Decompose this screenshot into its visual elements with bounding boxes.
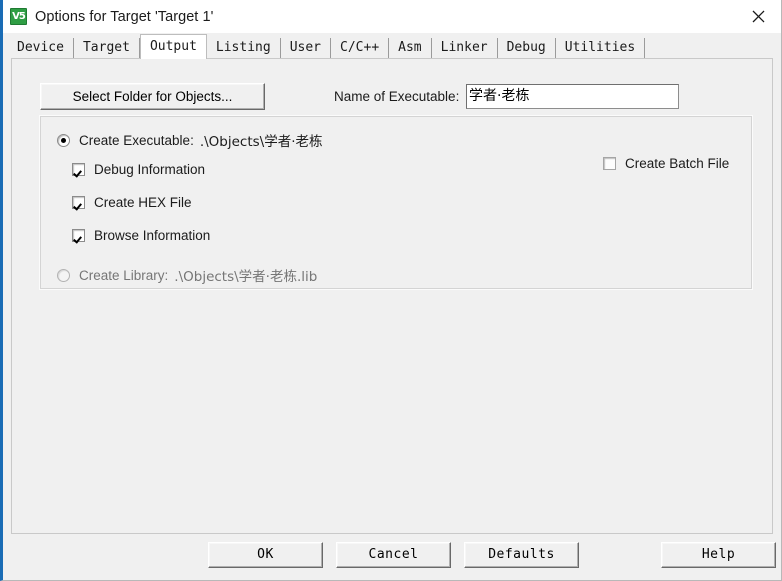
browse-information-checkbox[interactable] xyxy=(72,229,85,242)
create-executable-radio[interactable] xyxy=(57,133,70,147)
create-batch-file-label: Create Batch File xyxy=(625,156,730,171)
debug-information-row[interactable]: Debug Information xyxy=(72,162,205,177)
create-library-radio-row[interactable]: Create Library: .\Objects\学者·老栋.lib xyxy=(57,265,317,285)
create-library-label: Create Library: xyxy=(79,267,169,283)
tab-user[interactable]: User xyxy=(280,38,332,58)
tab-strip: Device Target Output Listing User C/C++ … xyxy=(11,33,781,59)
name-of-executable-label: Name of Executable: xyxy=(334,89,460,104)
ok-button[interactable]: OK xyxy=(208,542,323,568)
tab-listing[interactable]: Listing xyxy=(206,38,281,58)
output-options-group: Create Executable: .\Objects\学者·老栋 Debug… xyxy=(40,116,752,289)
window-title: Options for Target 'Target 1' xyxy=(35,8,214,25)
create-library-radio[interactable] xyxy=(57,268,70,282)
tab-output[interactable]: Output xyxy=(139,34,207,59)
create-executable-radio-row[interactable]: Create Executable: .\Objects\学者·老栋 xyxy=(57,130,323,150)
close-icon[interactable] xyxy=(735,0,781,32)
keil-uvision-icon: V5 xyxy=(10,8,27,25)
tab-debug[interactable]: Debug xyxy=(497,38,556,58)
defaults-button[interactable]: Defaults xyxy=(464,542,579,568)
cancel-button[interactable]: Cancel xyxy=(336,542,451,568)
tab-linker[interactable]: Linker xyxy=(431,38,498,58)
name-of-executable-input[interactable]: 学者·老栋 xyxy=(466,84,679,109)
create-hex-file-checkbox[interactable] xyxy=(72,196,85,209)
keil-uvision-icon-glyph: V5 xyxy=(12,11,26,22)
debug-information-checkbox[interactable] xyxy=(72,163,85,176)
create-batch-file-row[interactable]: Create Batch File xyxy=(603,156,729,171)
title-bar: V5 Options for Target 'Target 1' xyxy=(3,0,781,33)
tab-device[interactable]: Device xyxy=(11,38,74,58)
tab-c-cpp[interactable]: C/C++ xyxy=(331,38,390,58)
debug-information-label: Debug Information xyxy=(94,162,206,177)
select-folder-for-objects-button[interactable]: Select Folder for Objects... xyxy=(40,83,265,110)
create-hex-file-label: Create HEX File xyxy=(94,195,192,210)
dialog-footer: OK Cancel Defaults Help xyxy=(3,534,781,580)
browse-information-label: Browse Information xyxy=(94,228,211,243)
help-button[interactable]: Help xyxy=(661,542,776,568)
create-batch-file-checkbox[interactable] xyxy=(603,157,616,170)
options-dialog: V5 Options for Target 'Target 1' Device … xyxy=(0,0,782,581)
tab-utilities[interactable]: Utilities xyxy=(555,38,646,58)
browse-information-row[interactable]: Browse Information xyxy=(72,228,210,243)
tab-target[interactable]: Target xyxy=(73,38,140,58)
create-hex-file-row[interactable]: Create HEX File xyxy=(72,195,192,210)
create-library-path: .\Objects\学者·老栋.lib xyxy=(174,269,318,285)
output-tab-panel: Select Folder for Objects... Name of Exe… xyxy=(11,58,773,534)
tab-asm[interactable]: Asm xyxy=(389,38,432,58)
create-executable-path: .\Objects\学者·老栋 xyxy=(199,134,323,150)
create-executable-label: Create Executable: xyxy=(79,132,194,148)
